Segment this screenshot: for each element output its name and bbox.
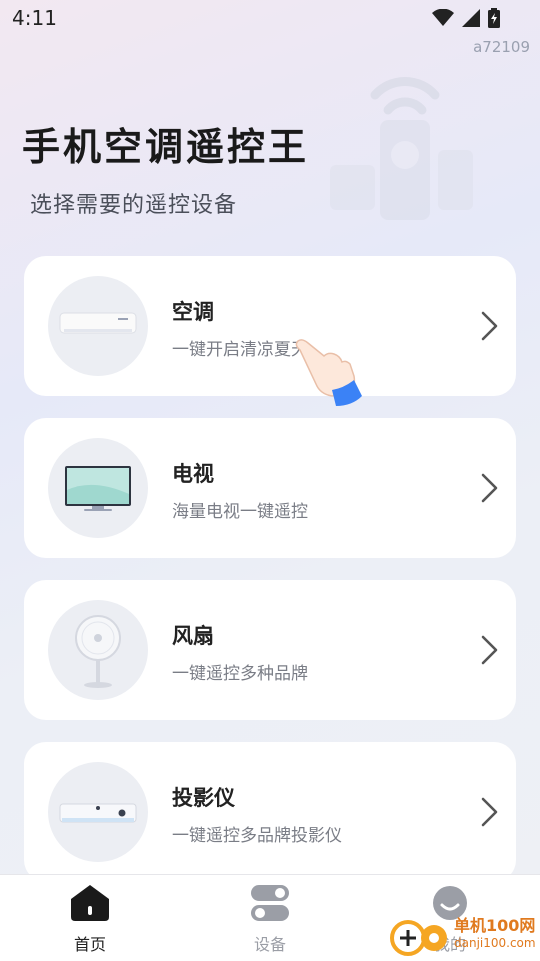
device-card-projector[interactable]: 投影仪 一键遥控多品牌投影仪 — [24, 742, 516, 882]
device-id-label: a72109 — [473, 38, 530, 56]
app-subtitle: 选择需要的遥控设备 — [30, 193, 238, 218]
toggle-icon — [251, 885, 289, 921]
device-desc: 海量电视一键遥控 — [172, 502, 308, 522]
device-name: 空调 — [172, 300, 214, 324]
app-title: 手机空调遥控王 — [22, 125, 310, 169]
watermark-logo-icon — [390, 920, 447, 956]
device-card-fan[interactable]: 风扇 一键遥控多种品牌 — [24, 580, 516, 720]
chevron-right-icon — [481, 473, 498, 503]
chevron-right-icon — [481, 311, 498, 341]
pointing-hand-icon — [295, 339, 362, 406]
chevron-right-icon — [481, 797, 498, 827]
air-conditioner-image — [48, 276, 148, 376]
nav-tab-home[interactable]: 首页 — [40, 885, 140, 955]
watermark-name: 单机100网 — [454, 916, 536, 935]
device-desc: 一键开启清凉夏天 — [172, 340, 308, 360]
home-icon — [71, 885, 109, 921]
device-card-air-conditioner[interactable]: 空调 一键开启清凉夏天 — [24, 256, 516, 396]
signal-icon — [462, 9, 480, 27]
fan-image — [48, 600, 148, 700]
device-name: 电视 — [172, 462, 214, 486]
site-watermark: 单机100网 danji100.com — [390, 912, 540, 960]
status-icons — [432, 8, 500, 28]
device-card-tv[interactable]: 电视 海量电视一键遥控 — [24, 418, 516, 558]
nav-label: 设备 — [253, 935, 286, 954]
remote-illustration-icon — [330, 77, 473, 220]
device-desc: 一键遥控多种品牌 — [172, 664, 308, 684]
device-desc: 一键遥控多品牌投影仪 — [172, 826, 342, 846]
status-bar: 4:11 — [0, 0, 540, 38]
wifi-icon — [432, 9, 454, 26]
nav-tab-devices[interactable]: 设备 — [220, 885, 320, 955]
battery-icon — [488, 8, 500, 28]
watermark-url: danji100.com — [454, 936, 536, 950]
device-name: 投影仪 — [172, 786, 235, 810]
projector-image — [48, 762, 148, 862]
nav-label: 首页 — [73, 935, 106, 954]
status-time: 4:11 — [12, 6, 57, 30]
chevron-right-icon — [481, 635, 498, 665]
device-name: 风扇 — [172, 624, 214, 648]
tv-image — [48, 438, 148, 538]
